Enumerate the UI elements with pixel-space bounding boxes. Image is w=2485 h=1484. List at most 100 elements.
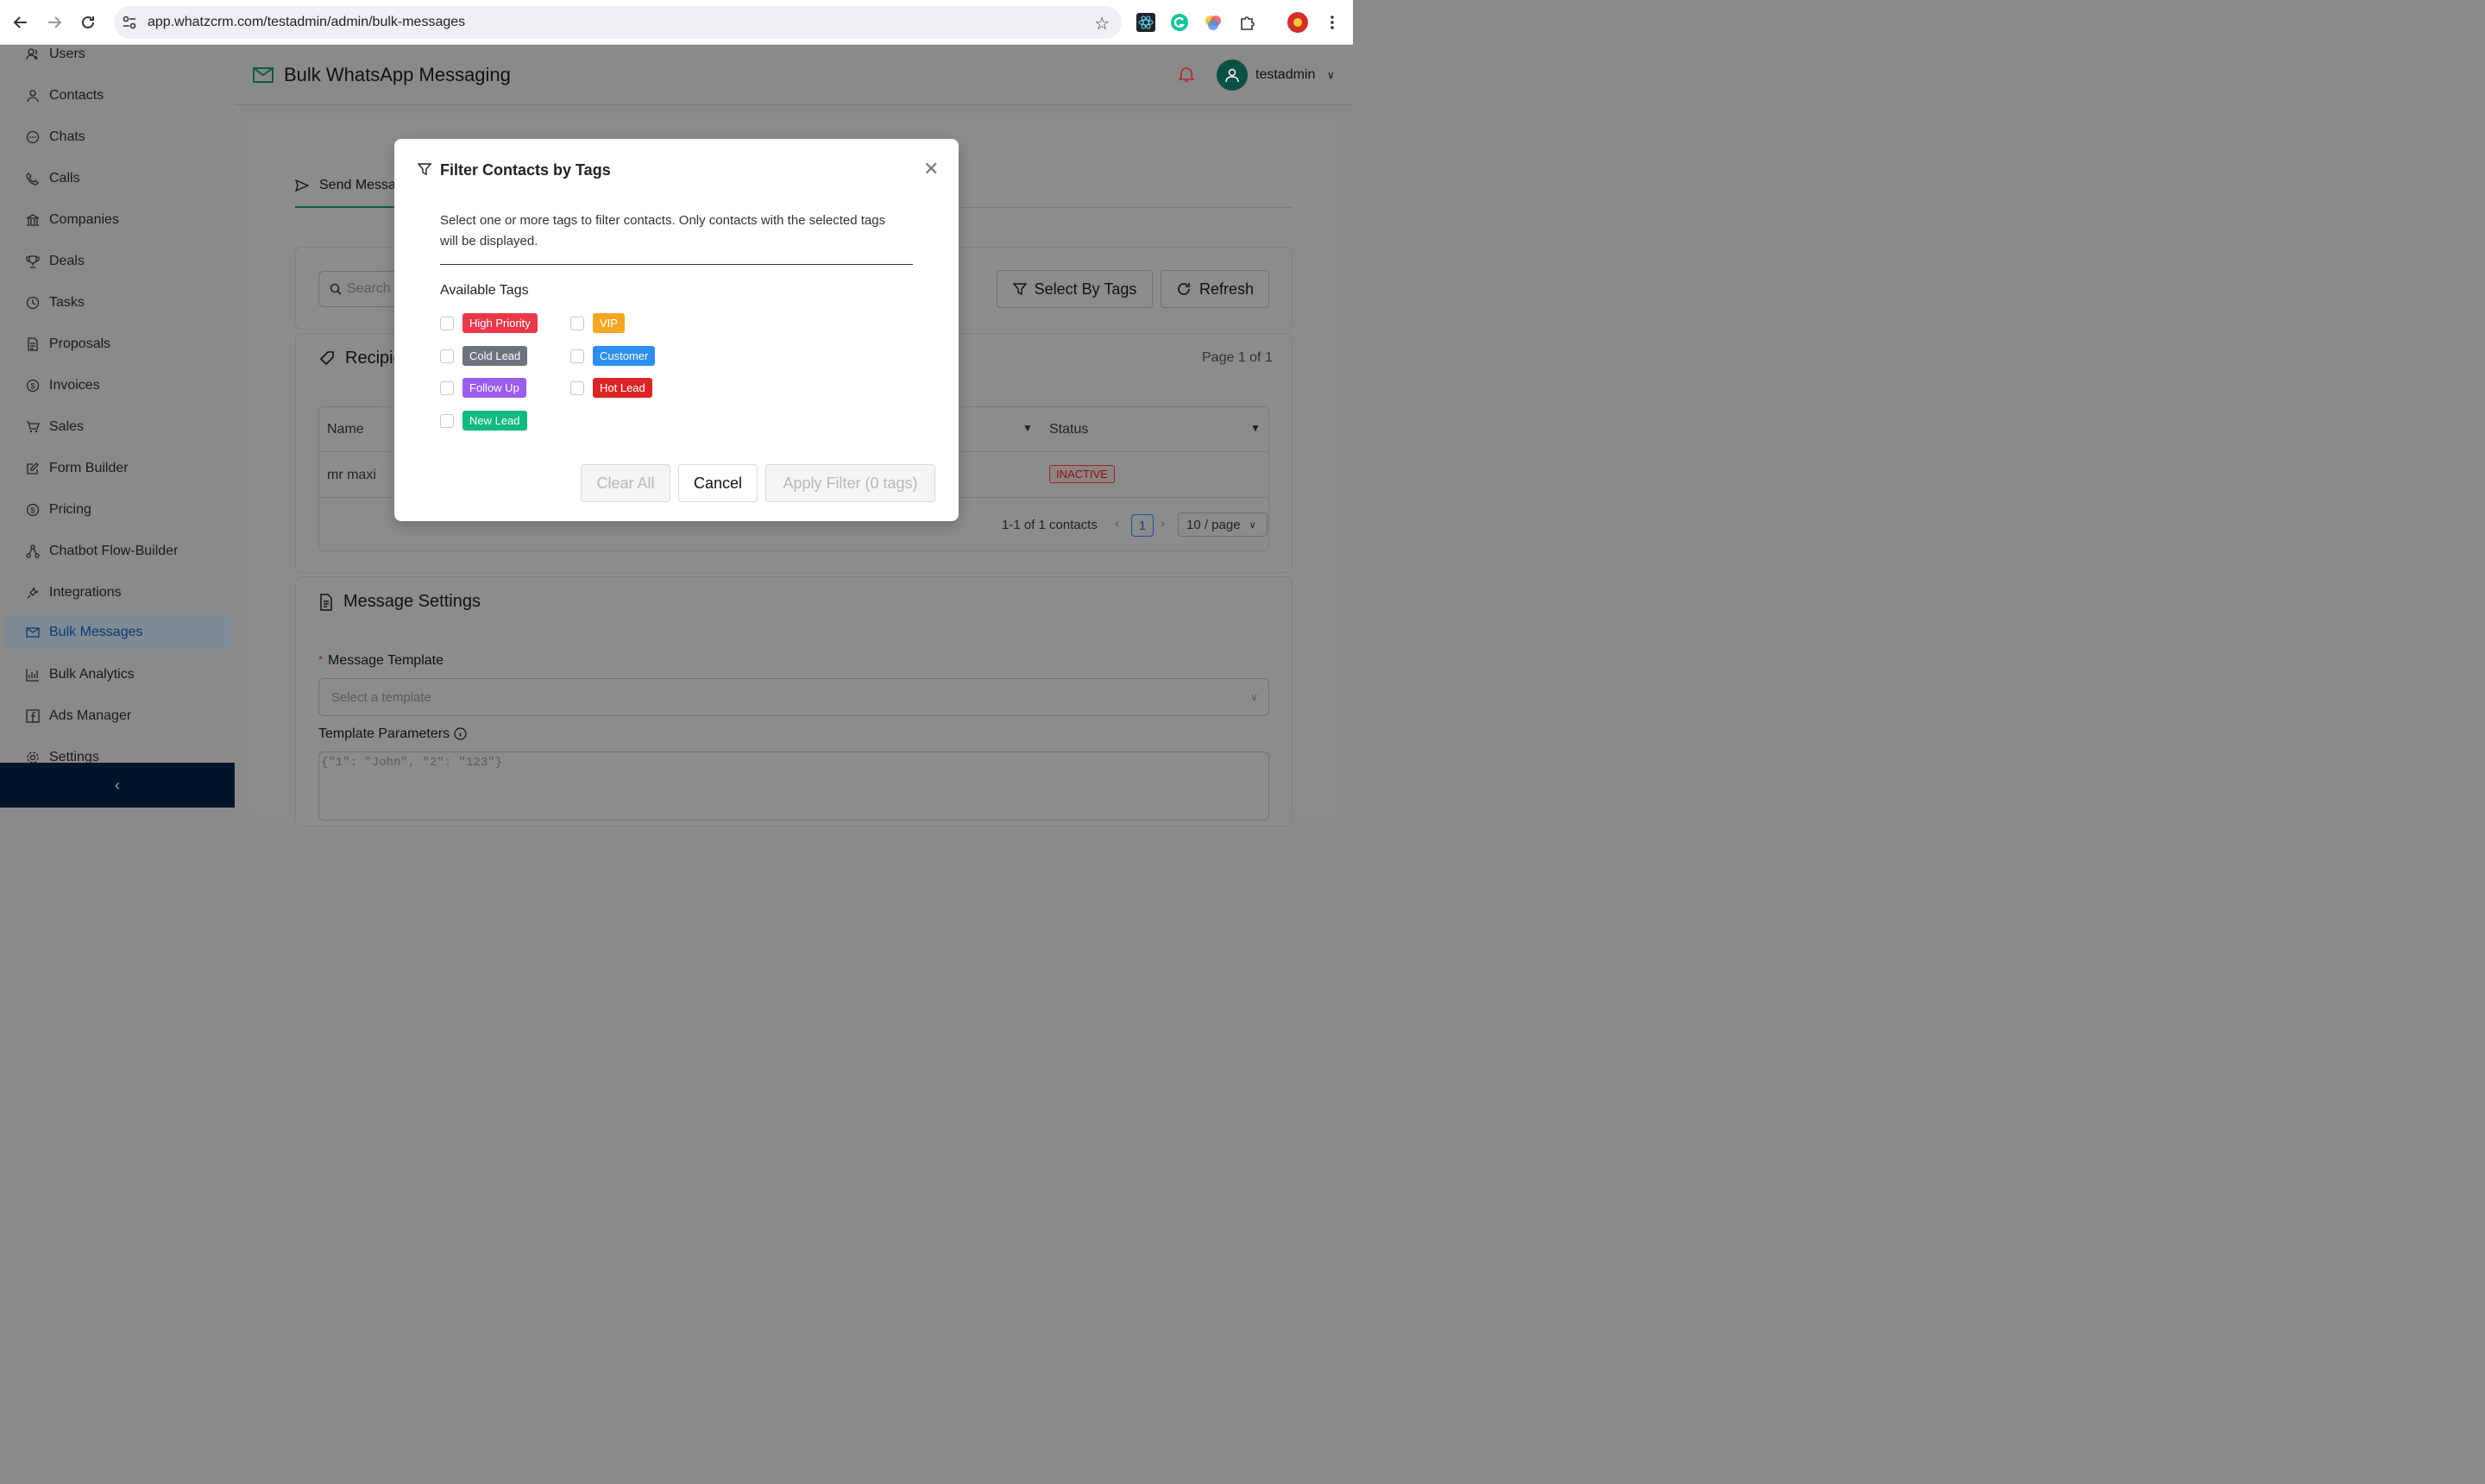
sidebar-item-deals[interactable]: Deals [4, 243, 230, 280]
tag-label: Hot Lead [593, 378, 652, 398]
tag-checkbox[interactable] [440, 349, 454, 363]
sidebar-item-companies[interactable]: Companies [4, 202, 230, 238]
sidebar-item-users[interactable]: Users [4, 45, 230, 72]
column-header-name[interactable]: Name [327, 422, 364, 437]
page-size-select[interactable]: 10 / page ∨ [1178, 512, 1268, 537]
trophy-icon [26, 255, 40, 268]
sidebar-item-proposals[interactable]: Proposals [4, 326, 230, 362]
tag-option-customer[interactable]: Customer [570, 346, 656, 366]
template-parameters-textarea[interactable]: {"1": "John", "2": "123"} [318, 751, 1269, 821]
tag-option-new-lead[interactable]: New Lead [440, 411, 527, 431]
forward-icon[interactable] [43, 11, 66, 34]
parameters-placeholder: {"1": "John", "2": "123"} [321, 756, 503, 770]
avatar[interactable] [1217, 60, 1248, 91]
refresh-button[interactable]: Refresh [1161, 270, 1269, 308]
sidebar-collapse-button[interactable]: ‹ [0, 763, 235, 808]
sidebar-item-tasks[interactable]: Tasks [4, 285, 230, 321]
tag-checkbox[interactable] [570, 380, 584, 395]
chevron-down-icon[interactable]: ∨ [1327, 69, 1335, 81]
user-icon [26, 89, 40, 103]
profile-avatar-icon[interactable] [1287, 12, 1308, 33]
sidebar-item-bulk-messages[interactable]: Bulk Messages [4, 614, 230, 651]
tag-checkbox[interactable] [440, 316, 454, 330]
template-select[interactable]: Select a template ∨ [318, 678, 1269, 716]
button-label: Select By Tags [1034, 280, 1137, 298]
tag-option-vip[interactable]: VIP [570, 313, 625, 333]
tag-option-hot-lead[interactable]: Hot Lead [570, 378, 652, 398]
page-title: Bulk WhatsApp Messaging [284, 64, 511, 85]
browser-menu-icon[interactable] [1322, 12, 1343, 33]
sidebar-item-label: Integrations [49, 585, 122, 600]
modal-divider [440, 264, 913, 265]
tag-checkbox[interactable] [440, 380, 454, 395]
tag-checkbox[interactable] [440, 413, 454, 428]
reload-icon[interactable] [77, 11, 99, 34]
status-filter-icon[interactable]: ▼ [1250, 422, 1261, 434]
info-icon[interactable] [454, 727, 467, 745]
color-extension-icon[interactable] [1203, 12, 1224, 33]
next-page-icon[interactable]: › [1161, 516, 1165, 531]
tag-label: High Priority [462, 313, 538, 333]
sidebar-item-bulk-analytics[interactable]: Bulk Analytics [4, 657, 230, 693]
grammarly-icon[interactable] [1169, 12, 1190, 33]
dollar-icon: $ [26, 503, 40, 517]
column-filter-icon[interactable]: ▼ [1022, 422, 1033, 434]
page-size-value: 10 / page [1186, 517, 1241, 532]
sidebar-item-label: Bulk Messages [49, 625, 143, 639]
sidebar-item-pricing[interactable]: $ Pricing [4, 492, 230, 528]
section-title-text: Message Settings [343, 592, 481, 611]
pagination-page-1[interactable]: 1 [1131, 514, 1154, 537]
clear-all-button[interactable]: Clear All [581, 464, 670, 502]
sidebar-item-label: Invoices [49, 378, 100, 393]
tag-option-high-priority[interactable]: High Priority [440, 313, 538, 333]
sidebar-item-ads-manager[interactable]: Ads Manager [4, 698, 230, 734]
required-mark: * [318, 653, 324, 666]
recipients-title: Recipie [319, 349, 403, 368]
column-header-status[interactable]: Status [1049, 422, 1088, 437]
tag-icon [319, 350, 334, 365]
apply-filter-button[interactable]: Apply Filter (0 tags) [765, 464, 935, 502]
back-icon[interactable] [9, 11, 32, 34]
tag-option-follow-up[interactable]: Follow Up [440, 378, 526, 398]
tab-send-message[interactable]: Send Messa [295, 178, 396, 193]
prev-page-icon[interactable]: ‹ [1115, 516, 1119, 531]
address-bar[interactable]: app.whatzcrm.com/testadmin/admin/bulk-me… [114, 6, 1122, 39]
facebook-icon [26, 709, 40, 723]
button-label: Refresh [1198, 280, 1255, 298]
plug-icon [26, 586, 40, 600]
username[interactable]: testadmin [1255, 67, 1315, 83]
cancel-button[interactable]: Cancel [678, 464, 758, 502]
template-parameters-label: Template Parameters [318, 726, 450, 741]
sidebar-item-sales[interactable]: Sales [4, 409, 230, 445]
chevron-down-icon: ∨ [1249, 519, 1256, 531]
cart-icon [26, 420, 40, 434]
sidebar-item-chatbot-flow-builder[interactable]: Chatbot Flow-Builder [4, 533, 230, 569]
tag-checkbox[interactable] [570, 316, 584, 330]
bookmark-star-icon[interactable]: ☆ [1094, 13, 1110, 35]
select-by-tags-button[interactable]: Select By Tags [997, 270, 1153, 308]
svg-text:$: $ [30, 382, 35, 391]
sidebar-item-calls[interactable]: Calls [4, 160, 230, 197]
tag-label: Cold Lead [462, 346, 528, 366]
extensions-puzzle-icon[interactable] [1237, 12, 1258, 33]
tag-option-cold-lead[interactable]: Cold Lead [440, 346, 528, 366]
filter-tags-modal: Filter Contacts by Tags ✕ Select one or … [394, 139, 959, 521]
url-text: app.whatzcrm.com/testadmin/admin/bulk-me… [148, 15, 466, 29]
sidebar-item-integrations[interactable]: Integrations [4, 575, 230, 611]
close-icon[interactable]: ✕ [923, 158, 939, 180]
sidebar-item-contacts[interactable]: Contacts [4, 78, 230, 114]
chevron-left-icon: ‹ [115, 776, 120, 794]
notification-bell-icon[interactable] [1178, 66, 1195, 87]
sidebar-item-label: Deals [49, 254, 85, 268]
tag-checkbox[interactable] [570, 349, 584, 363]
sidebar-item-label: Ads Manager [49, 708, 132, 723]
sidebar-item-form-builder[interactable]: Form Builder [4, 450, 230, 487]
send-icon [295, 179, 309, 192]
site-settings-icon[interactable] [122, 15, 137, 30]
sidebar-item-invoices[interactable]: $ Invoices [4, 368, 230, 404]
sidebar-item-chats[interactable]: Chats [4, 119, 230, 155]
mail-icon [26, 626, 40, 639]
sidebar-item-label: Sales [49, 419, 85, 434]
modal-description: Select one or more tags to filter contac… [440, 213, 886, 248]
react-devtools-icon[interactable] [1136, 12, 1156, 33]
